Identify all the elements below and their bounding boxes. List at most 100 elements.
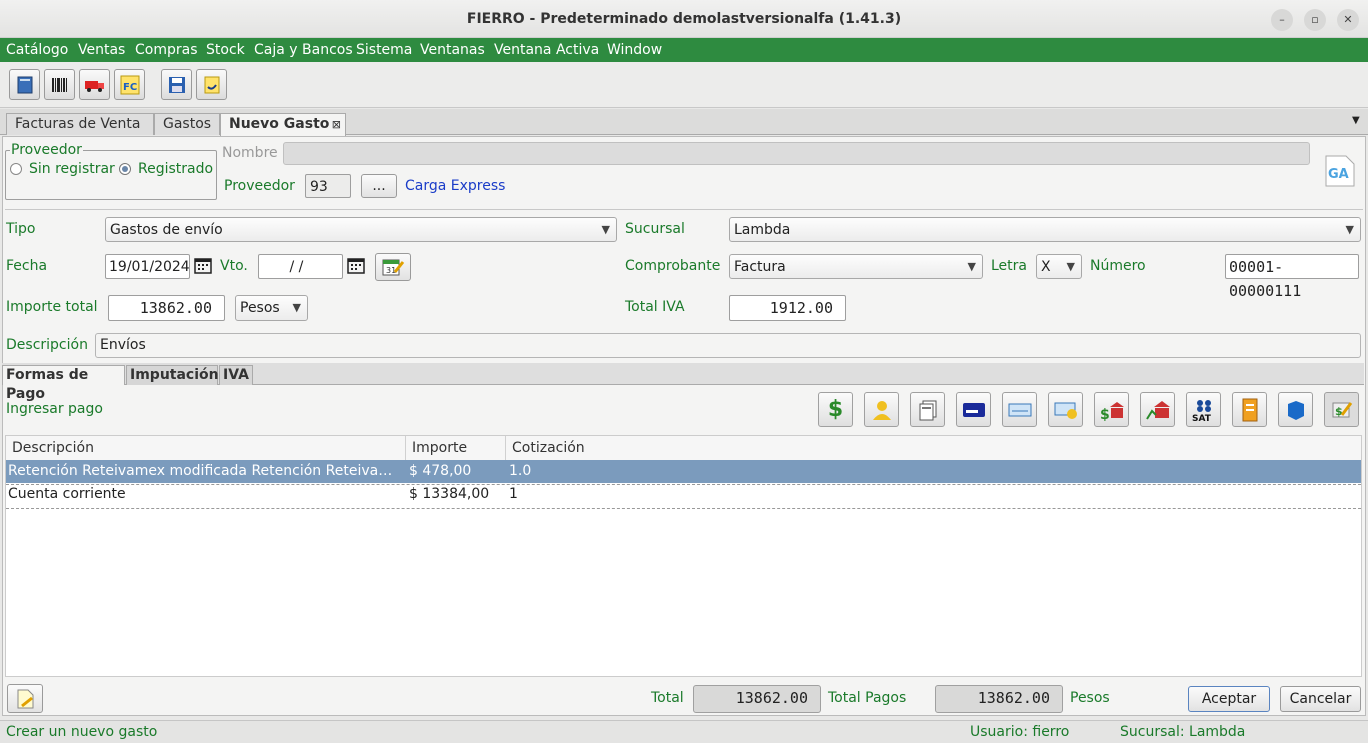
receipt-icon — [1242, 398, 1257, 421]
total-iva-label: Total IVA — [625, 299, 685, 315]
close-icon[interactable]: ✕ — [1337, 9, 1359, 31]
cancel-button[interactable]: Cancelar — [1280, 686, 1361, 712]
tipo-label: Tipo — [6, 221, 36, 237]
column-header-descripcion[interactable]: Descripción — [6, 436, 406, 460]
letra-select-value: X — [1041, 259, 1051, 275]
svg-text:$: $ — [1335, 405, 1343, 418]
bank-dollar-icon: $ — [1100, 401, 1124, 421]
subtab-imputacion[interactable]: Imputación — [126, 365, 219, 385]
menu-catalogo[interactable]: Catálogo — [6, 38, 68, 62]
save-icon[interactable] — [161, 69, 192, 100]
total-pagos-value: 13862.00 — [935, 685, 1063, 713]
ga-document-icon: GA — [1322, 154, 1358, 192]
sat-icon: SAT — [1192, 399, 1211, 422]
subtabs-bar: Formas de Pago Imputación IVA — [2, 363, 1364, 402]
bank-transfer-button[interactable] — [1140, 392, 1175, 427]
chevron-down-icon: ▼ — [601, 223, 610, 236]
third-party-check-button[interactable] — [1048, 392, 1083, 427]
tab-nuevo-gasto-label: Nuevo Gasto — [229, 116, 330, 132]
svg-text:FC: FC — [123, 82, 137, 93]
credit-card-icon — [962, 402, 985, 417]
descripcion-input[interactable]: Envíos — [95, 333, 1361, 358]
barcode-icon[interactable] — [44, 69, 75, 100]
document-tabs: Facturas de Venta Gastos Nuevo Gasto ⊠ ▼ — [0, 109, 1368, 136]
tab-list-dropdown-icon[interactable]: ▼ — [1352, 115, 1360, 126]
shield-box-icon — [1287, 400, 1304, 420]
comprobante-select[interactable]: Factura ▼ — [729, 254, 983, 279]
edit-money-icon: $ — [1332, 401, 1352, 418]
tab-gastos[interactable]: Gastos — [154, 113, 220, 135]
menu-sistema[interactable]: Sistema — [356, 38, 412, 62]
fecha-input[interactable]: 19/01/2024 — [105, 254, 190, 279]
table-row[interactable]: Retención Reteivamex modificada Retenció… — [6, 460, 1361, 483]
menu-ventanas[interactable]: Ventanas — [420, 38, 485, 62]
radio-sin-registrar[interactable]: Sin registrar — [10, 161, 115, 177]
receipt-button[interactable] — [1232, 392, 1267, 427]
radio-registrado[interactable]: Registrado — [119, 161, 213, 177]
column-header-cotizacion[interactable]: Cotización — [506, 436, 1361, 460]
separator — [5, 209, 1363, 210]
check-money-icon — [1054, 402, 1077, 419]
letra-label: Letra — [991, 258, 1027, 274]
refresh-doc-icon[interactable] — [196, 69, 227, 100]
tipo-select[interactable]: Gastos de envío ▼ — [105, 217, 617, 242]
subtab-iva[interactable]: IVA — [219, 365, 253, 385]
catalog-book-icon[interactable] — [9, 69, 40, 100]
tab-nuevo-gasto[interactable]: Nuevo Gasto ⊠ — [220, 113, 346, 136]
tab-close-icon[interactable]: ⊠ — [332, 114, 341, 135]
cell-cotizacion: 1 — [509, 486, 518, 502]
vto-input[interactable]: / / — [258, 254, 343, 279]
proveedor-lookup-button[interactable]: ... — [361, 174, 397, 198]
calendar-icon[interactable] — [347, 256, 365, 278]
calendar-edit-button[interactable]: 31 — [375, 253, 411, 281]
document-payment-button[interactable] — [910, 392, 945, 427]
menu-window[interactable]: Window — [607, 38, 662, 62]
total-label: Total — [651, 690, 684, 706]
wallet-button[interactable] — [1278, 392, 1313, 427]
radio-checked-icon — [119, 163, 131, 175]
svg-text:$: $ — [1100, 407, 1110, 421]
column-header-importe[interactable]: Importe — [406, 436, 506, 460]
sat-button[interactable]: SAT — [1186, 392, 1221, 427]
total-iva-input[interactable]: 1912.00 — [729, 295, 846, 321]
menu-ventana-activa[interactable]: Ventana Activa — [494, 38, 599, 62]
sucursal-select[interactable]: Lambda ▼ — [729, 217, 1361, 242]
invoice-fc-icon[interactable]: FC — [114, 69, 145, 100]
letra-select[interactable]: X ▼ — [1036, 254, 1082, 279]
window-title-bar: FIERRO - Predeterminado demolastversiona… — [0, 0, 1368, 38]
menu-caja-bancos[interactable]: Caja y Bancos — [254, 38, 353, 62]
radio-unchecked-icon — [10, 163, 22, 175]
truck-icon[interactable] — [79, 69, 110, 100]
new-document-button[interactable] — [7, 684, 43, 713]
accept-button[interactable]: Aceptar — [1188, 686, 1270, 712]
maximize-icon[interactable]: ▫ — [1304, 9, 1326, 31]
importe-total-input[interactable]: 13862.00 — [108, 295, 225, 321]
cash-payment-button[interactable]: $ — [818, 392, 853, 427]
numero-input[interactable]: 00001-00000111 — [1225, 254, 1359, 300]
moneda-select-value: Pesos — [240, 300, 280, 316]
tab-facturas-venta[interactable]: Facturas de Venta — [6, 113, 154, 135]
account-payment-button[interactable] — [864, 392, 899, 427]
proveedor-label: Proveedor — [224, 178, 295, 194]
card-payment-button[interactable] — [956, 392, 991, 427]
menu-stock[interactable]: Stock — [206, 38, 245, 62]
menu-ventas[interactable]: Ventas — [78, 38, 125, 62]
minimize-icon[interactable]: – — [1271, 9, 1293, 31]
svg-text:GA: GA — [1328, 167, 1349, 182]
cell-descripcion: Cuenta corriente — [8, 486, 126, 502]
proveedor-group-legend: Proveedor — [10, 142, 83, 158]
subtab-formas-de-pago[interactable]: Formas de Pago — [2, 365, 125, 402]
total-value: 13862.00 — [693, 685, 821, 713]
table-row[interactable]: Cuenta corriente $ 13384,00 1 — [6, 483, 1361, 506]
calendar-icon[interactable] — [194, 256, 212, 278]
new-doc-icon — [17, 689, 34, 709]
bank-deposit-button[interactable]: $ — [1094, 392, 1129, 427]
nombre-input[interactable] — [283, 142, 1310, 165]
edit-payment-button[interactable]: $ — [1324, 392, 1359, 427]
moneda-select[interactable]: Pesos ▼ — [235, 295, 308, 321]
check-payment-button[interactable] — [1002, 392, 1037, 427]
menu-compras[interactable]: Compras — [135, 38, 198, 62]
proveedor-code-input[interactable]: 93 — [305, 174, 351, 198]
cell-cotizacion: 1.0 — [509, 463, 532, 479]
total-moneda-label: Pesos — [1070, 690, 1110, 706]
